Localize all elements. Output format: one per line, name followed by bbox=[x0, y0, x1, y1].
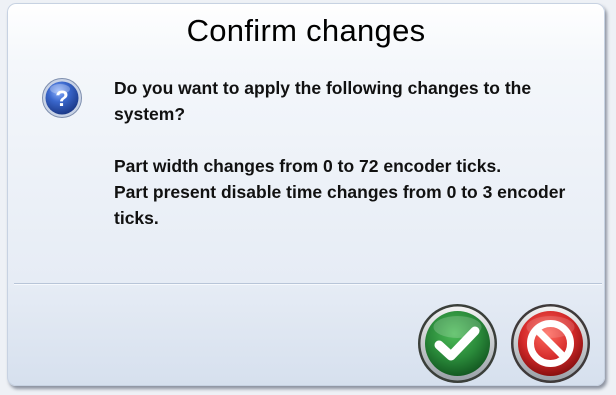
change-item: Part present disable time changes from 0… bbox=[114, 182, 566, 228]
prohibited-icon bbox=[511, 304, 590, 383]
dialog-message: Do you want to apply the following chang… bbox=[114, 75, 584, 231]
cancel-button[interactable] bbox=[510, 303, 591, 384]
confirm-changes-dialog: Confirm changes ? Do you want to apply t… bbox=[7, 3, 605, 386]
change-item: Part width changes from 0 to 72 encoder … bbox=[114, 156, 502, 176]
dialog-title: Confirm changes bbox=[186, 13, 426, 48]
button-area-divider bbox=[14, 283, 602, 284]
svg-text:?: ? bbox=[55, 86, 68, 111]
question-mark-icon: ? bbox=[41, 77, 83, 119]
confirm-button[interactable] bbox=[417, 303, 498, 384]
confirmation-question: Do you want to apply the following chang… bbox=[114, 78, 532, 124]
checkmark-icon bbox=[418, 304, 497, 383]
